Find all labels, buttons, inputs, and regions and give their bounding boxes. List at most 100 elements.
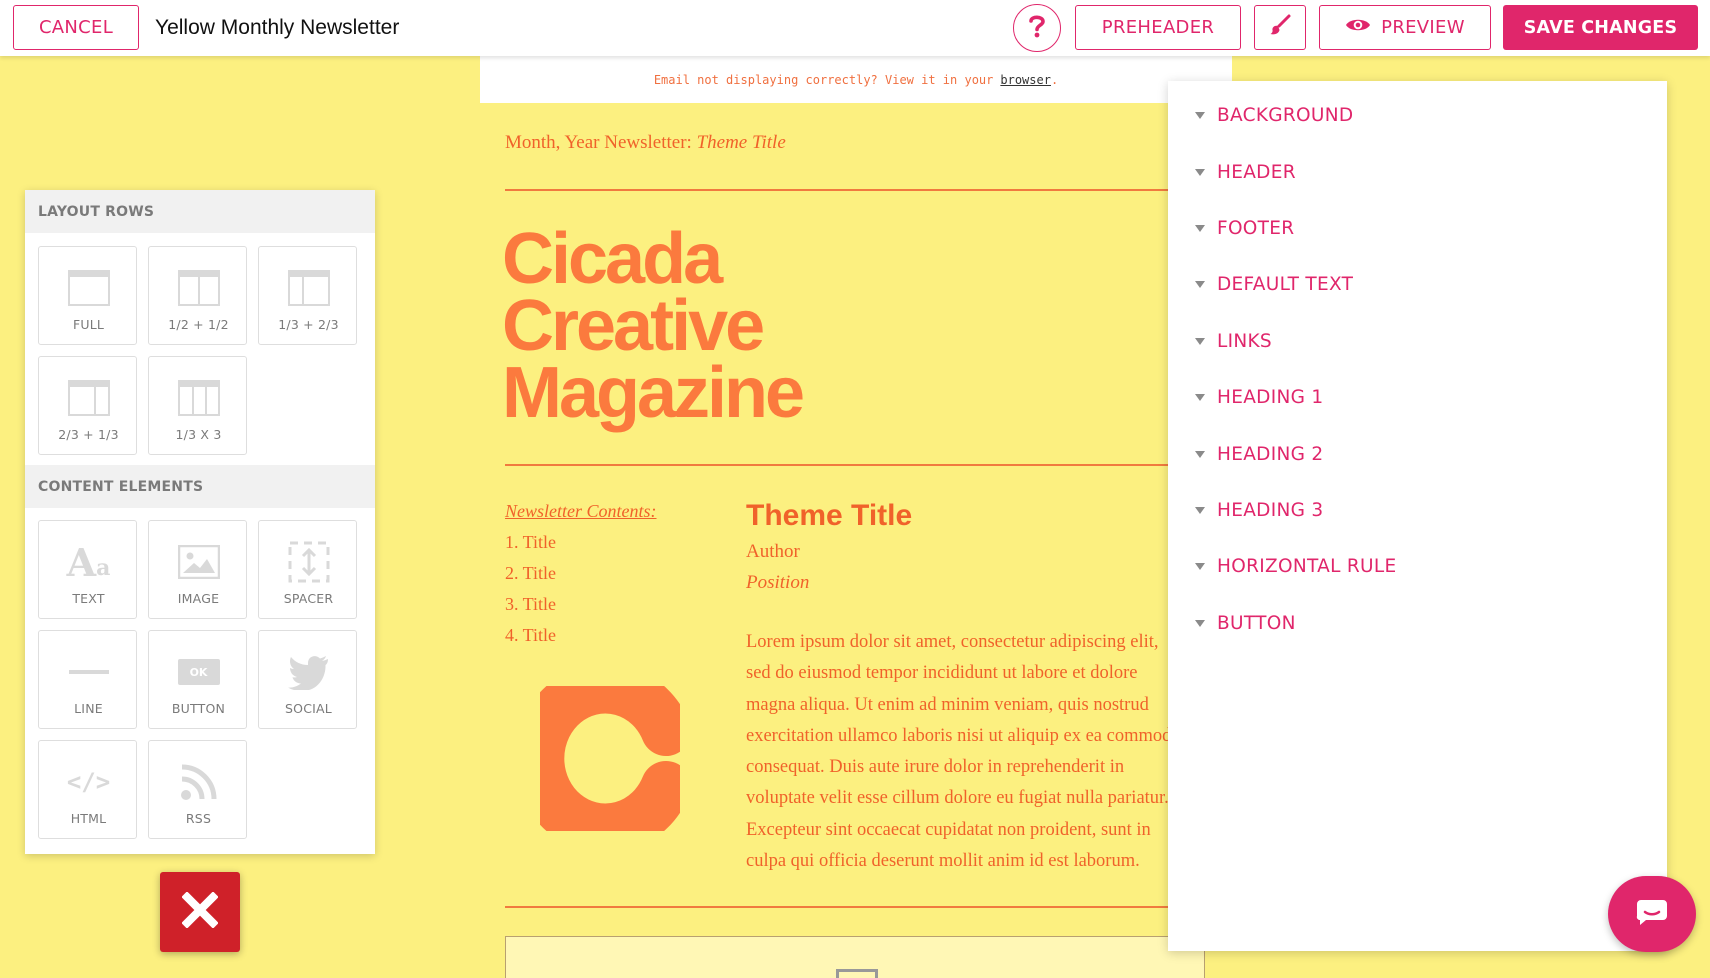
tile-label: HTML — [70, 811, 107, 826]
image-icon — [149, 541, 248, 583]
divider-rule[interactable] — [505, 464, 1195, 466]
tile-label: LINE — [74, 701, 103, 716]
tile-label: 1/3 X 3 — [175, 427, 222, 442]
body-line: magna aliqua. Ut enim ad minim veniam, q… — [746, 694, 1149, 715]
close-panel-button[interactable] — [160, 872, 240, 952]
style-section-heading-1[interactable]: HEADING 1 — [1195, 387, 1323, 408]
position-text[interactable]: Position — [746, 572, 809, 594]
browser-link[interactable]: browser — [1000, 73, 1051, 87]
body-line: voluptate velit esse cillum dolore eu fu… — [746, 788, 1169, 809]
caret-down-icon — [1195, 112, 1205, 119]
block-icon — [836, 969, 878, 978]
body-line: exercitation ullamco laboris nisi ut ali… — [746, 725, 1181, 746]
caret-down-icon — [1195, 169, 1205, 176]
style-section-footer[interactable]: FOOTER — [1195, 218, 1294, 239]
masthead-line: Creative — [502, 286, 765, 366]
newsletter-contents-heading[interactable]: Newsletter Contents: — [505, 501, 657, 522]
contents-item[interactable]: 3. Title — [505, 594, 556, 615]
layout-full-icon — [39, 267, 138, 309]
style-section-label: HEADING 1 — [1217, 387, 1324, 408]
style-section-heading-2[interactable]: HEADING 2 — [1195, 444, 1323, 465]
cancel-label: CANCEL — [38, 17, 114, 38]
cicada-logo[interactable] — [514, 663, 691, 854]
body-line: consequat. Duis aute irure dolor in repr… — [746, 757, 1125, 778]
body-paragraph[interactable]: Lorem ipsum dolor sit amet, consectetur … — [746, 627, 1186, 877]
divider-rule[interactable] — [505, 189, 1195, 191]
text-element-tile[interactable]: Aa TEXT — [38, 520, 137, 619]
contents-item[interactable]: 1. Title — [505, 532, 556, 553]
line-element-tile[interactable]: LINE — [38, 630, 137, 729]
save-changes-button[interactable]: SAVE CHANGES — [1503, 5, 1698, 50]
twitter-icon — [259, 651, 358, 693]
contents-item[interactable]: 2. Title — [505, 563, 556, 584]
style-section-label: HORIZONTAL RULE — [1217, 556, 1397, 577]
line-icon — [39, 651, 138, 693]
spacer-element-tile[interactable]: SPACER — [258, 520, 357, 619]
preview-label: PREVIEW — [1381, 17, 1465, 38]
style-section-horizontal-rule[interactable]: HORIZONTAL RULE — [1195, 556, 1396, 577]
theme-title-heading[interactable]: Theme Title — [746, 499, 912, 533]
tile-label: 1/3 + 2/3 — [278, 317, 339, 332]
next-content-block[interactable] — [505, 936, 1205, 978]
cancel-button[interactable]: CANCEL — [13, 5, 139, 50]
style-section-default-text[interactable]: DEFAULT TEXT — [1195, 274, 1353, 295]
style-section-background[interactable]: BACKGROUND — [1195, 105, 1353, 126]
help-button[interactable] — [1013, 4, 1061, 52]
style-section-label: HEADER — [1217, 162, 1296, 183]
style-section-label: HEADING 2 — [1217, 444, 1324, 465]
rss-element-tile[interactable]: RSS — [148, 740, 247, 839]
style-section-links[interactable]: LINKS — [1195, 331, 1272, 352]
chat-bubble-icon — [1636, 898, 1668, 931]
layout-rows-header: LAYOUT ROWS — [25, 190, 375, 233]
layout-third-twothirds-tile[interactable]: 1/3 + 2/3 — [258, 246, 357, 345]
tile-label: SOCIAL — [285, 701, 332, 716]
style-section-header[interactable]: HEADER — [1195, 162, 1296, 183]
style-settings-panel: BACKGROUND HEADER FOOTER DEFAULT TEXT LI… — [1168, 81, 1667, 951]
tile-label: FULL — [72, 317, 105, 332]
masthead-title[interactable]: Cicada Creative Magazine — [502, 223, 805, 429]
text-icon: Aa — [66, 539, 111, 585]
view-in-browser-end: . — [1050, 72, 1059, 87]
layout-full-tile[interactable]: FULL — [38, 246, 137, 345]
preview-button[interactable]: PREVIEW — [1319, 5, 1491, 50]
social-element-tile[interactable]: SOCIAL — [258, 630, 357, 729]
document-title[interactable]: Yellow Monthly Newsletter — [155, 16, 399, 40]
question-icon — [1026, 13, 1048, 44]
chat-support-button[interactable] — [1608, 876, 1696, 952]
caret-down-icon — [1195, 507, 1205, 514]
caret-down-icon — [1195, 563, 1205, 570]
divider-rule[interactable] — [505, 906, 1195, 908]
rss-icon — [149, 761, 248, 803]
layout-three-thirds-tile[interactable]: 1/3 X 3 — [148, 356, 247, 455]
style-brush-button[interactable] — [1254, 5, 1306, 50]
style-section-button[interactable]: BUTTON — [1195, 613, 1296, 634]
style-section-heading-3[interactable]: HEADING 3 — [1195, 500, 1323, 521]
image-element-tile[interactable]: IMAGE — [148, 520, 247, 619]
tile-label: BUTTON — [171, 701, 226, 716]
tile-label: IMAGE — [177, 591, 220, 606]
style-section-label: DEFAULT TEXT — [1217, 274, 1354, 295]
caret-down-icon — [1195, 225, 1205, 232]
caret-down-icon — [1195, 281, 1205, 288]
style-section-label: FOOTER — [1217, 218, 1295, 239]
month-line-theme: Theme Title — [696, 132, 786, 153]
layout-twothirds-third-icon — [39, 377, 138, 419]
eye-icon — [1345, 16, 1371, 39]
view-in-browser-text: Email not displaying correctly? View it … — [653, 72, 994, 87]
body-line: Excepteur sint occaecat cupidatat non pr… — [746, 819, 1151, 840]
caret-down-icon — [1195, 338, 1205, 345]
save-label: SAVE CHANGES — [1523, 17, 1678, 38]
style-section-label: LINKS — [1217, 331, 1272, 352]
contents-item[interactable]: 4. Title — [505, 625, 556, 646]
newsletter-date-line[interactable]: Month, Year Newsletter: Theme Title — [505, 132, 786, 154]
layout-three-thirds-icon — [149, 377, 248, 419]
button-element-tile[interactable]: OK BUTTON — [148, 630, 247, 729]
code-icon-text: </> — [66, 768, 111, 796]
preheader-button[interactable]: PREHEADER — [1075, 5, 1241, 50]
close-icon — [181, 890, 219, 933]
layout-twothirds-third-tile[interactable]: 2/3 + 1/3 — [38, 356, 137, 455]
html-element-tile[interactable]: </> HTML — [38, 740, 137, 839]
layout-half-half-tile[interactable]: 1/2 + 1/2 — [148, 246, 247, 345]
caret-down-icon — [1195, 451, 1205, 458]
author-text[interactable]: Author — [746, 541, 800, 563]
